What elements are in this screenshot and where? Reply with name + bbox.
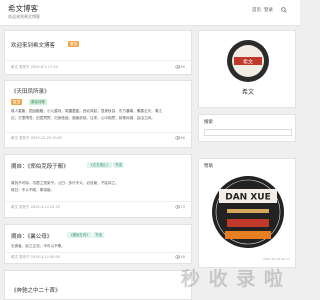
sponsor-widget: 赞助 DAN XUE 2024-05-09 09:12 bbox=[198, 158, 296, 268]
author-name[interactable]: 希文 bbox=[199, 87, 297, 96]
author-avatar[interactable]: 希文 bbox=[226, 39, 270, 83]
post-title[interactable]: 摘自：《襄公母》 bbox=[11, 232, 52, 240]
sponsor-logo-image[interactable]: DAN XUE bbox=[209, 169, 287, 255]
watermark-text: 秒 收 录 啦 bbox=[181, 268, 284, 290]
post-title[interactable]: 《天田凤所录》 bbox=[11, 87, 50, 95]
post-excerpt: 蔓犹不可除，况君之宠弟乎。公曰：多行不义，必自毙，子姑待之。 故曰：不义不昵，厚… bbox=[11, 181, 119, 192]
post-excerpt: 故人重聚，国运融融，小儿嬉戏，笑靥盈盈。西北风起，显现秋容，东方晨曦，秉露云天。… bbox=[11, 109, 162, 120]
site-subtitle: 欢迎来到希文博客 bbox=[8, 14, 40, 19]
view-count: 1066 bbox=[176, 136, 185, 140]
site-title[interactable]: 希文博客 bbox=[8, 3, 38, 14]
excerpt-tag[interactable]: 节选 bbox=[113, 162, 124, 168]
svg-text:DAN XUE: DAN XUE bbox=[225, 193, 271, 203]
nav-home-link[interactable]: 首页 bbox=[252, 7, 261, 13]
post-card[interactable]: 摘自：《襄公母》 《春秋左传》 节选 无食者，民之主也，不可以不敬。 希文 发布… bbox=[4, 224, 192, 264]
nav-login-link[interactable]: 登录 bbox=[264, 7, 273, 13]
top-navbar: 希文博客 欢迎来到希文博客 首页 登录 bbox=[0, 0, 300, 26]
search-input[interactable] bbox=[204, 129, 292, 136]
search-widget-title: 搜索 bbox=[204, 120, 213, 125]
pinned-badge: 置顶 bbox=[68, 41, 79, 47]
source-tag[interactable]: 《古文观止》 bbox=[87, 162, 112, 168]
post-card[interactable]: 摘自：《郑伯克段于鄢》 《古文观止》 节选 蔓犹不可除，况君之宠弟乎。公曰：多行… bbox=[4, 154, 192, 218]
post-excerpt: 无食者，民之主也，不可以不敬。 bbox=[11, 244, 65, 248]
view-count: 1886 bbox=[176, 65, 185, 69]
post-meta: 希文 发布于 2024-4-14 00:00 bbox=[11, 255, 61, 259]
post-meta: 希文 发布于 2024-4-14 22:29 bbox=[11, 205, 61, 209]
post-card[interactable]: 欢迎来到希文博客 置顶 希文 发布于 2024-6-3 17:24 1886 bbox=[4, 30, 192, 75]
post-meta: 希文 发布于 2024-6-3 17:24 bbox=[11, 65, 58, 69]
post-card[interactable]: 《天田凤所录》 置顶 原创诗歌 故人重聚，国运融融，小儿嬉戏，笑靥盈盈。西北风起… bbox=[4, 80, 192, 148]
view-count: 1029 bbox=[176, 205, 185, 209]
svg-text:希文: 希文 bbox=[243, 59, 253, 66]
author-profile-card: 希文 希文 bbox=[198, 30, 296, 108]
search-icon[interactable] bbox=[281, 7, 287, 13]
source-tag[interactable]: 《春秋左传》 bbox=[67, 232, 92, 238]
post-title[interactable]: 《奔驰之中二十首》 bbox=[11, 286, 61, 294]
pinned-badge: 置顶 bbox=[11, 99, 22, 105]
post-card[interactable]: 《奔驰之中二十首》 bbox=[4, 270, 192, 300]
excerpt-tag[interactable]: 节选 bbox=[93, 232, 104, 238]
post-title[interactable]: 欢迎来到希文博客 bbox=[11, 41, 55, 49]
post-title[interactable]: 摘自：《郑伯克段于鄢》 bbox=[11, 162, 69, 170]
category-tag[interactable]: 原创诗歌 bbox=[29, 99, 47, 105]
view-count: 1048 bbox=[176, 255, 185, 259]
post-meta: 希文 发布于 2023-10-25 10:52 bbox=[11, 136, 63, 140]
search-widget: 搜索 bbox=[198, 114, 296, 142]
sponsor-caption: 2024-05-09 09:12 bbox=[262, 257, 290, 261]
